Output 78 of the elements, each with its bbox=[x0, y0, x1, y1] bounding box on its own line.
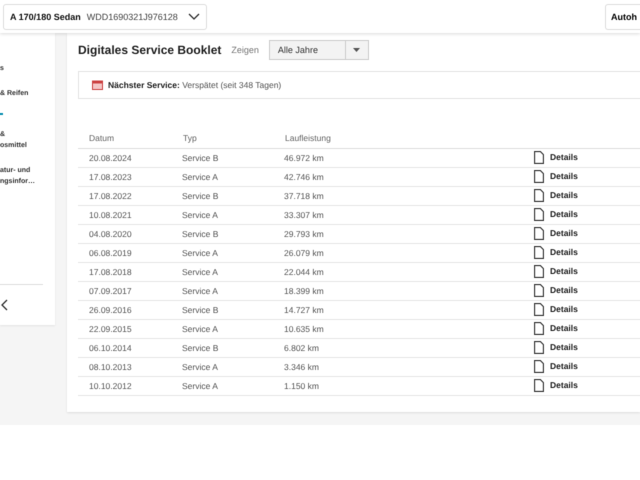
details-link[interactable]: Details bbox=[534, 264, 578, 278]
column-header: Datum bbox=[78, 127, 182, 148]
details-link[interactable]: Details bbox=[534, 208, 578, 220]
mileage-cell: 22.044 km bbox=[284, 267, 324, 277]
mileage-cell: 37.718 km bbox=[284, 191, 324, 201]
type-cell: Service A bbox=[182, 210, 218, 220]
type-cell: Service B bbox=[182, 305, 218, 315]
document-icon bbox=[534, 226, 544, 240]
type-cell: Service A bbox=[182, 324, 218, 334]
document-icon bbox=[534, 302, 544, 316]
date-cell: 22.09.2015 bbox=[89, 324, 132, 334]
document-icon bbox=[534, 284, 544, 296]
caret-icon bbox=[353, 48, 360, 52]
details-link[interactable]: Details bbox=[534, 226, 578, 240]
mileage-cell: 29.793 km bbox=[284, 229, 324, 239]
date-cell: 08.10.2013 bbox=[89, 362, 132, 372]
type-cell: Service B bbox=[182, 191, 218, 201]
date-cell: 20.08.2024 bbox=[89, 153, 132, 163]
document-icon bbox=[534, 170, 544, 182]
mileage-cell: 33.307 km bbox=[284, 210, 324, 220]
type-cell: Service A bbox=[182, 381, 218, 391]
type-cell: Service A bbox=[182, 362, 218, 372]
document-icon bbox=[534, 188, 544, 202]
type-cell: Service A bbox=[182, 267, 218, 277]
mileage-cell: 26.079 km bbox=[284, 248, 324, 258]
details-link[interactable]: Details bbox=[534, 150, 578, 164]
type-cell: Service B bbox=[182, 153, 218, 163]
details-link[interactable]: Details bbox=[534, 302, 578, 316]
column-header: Laufleistung bbox=[284, 127, 534, 148]
document-icon bbox=[534, 360, 544, 372]
page-title: Digitales Service Booklet bbox=[78, 43, 222, 57]
mileage-cell: 10.635 km bbox=[284, 324, 324, 334]
details-link[interactable]: Details bbox=[534, 284, 578, 296]
notice-text: Nächster Service: Verspätet (seit 348 Tagen) bbox=[108, 80, 282, 90]
chevron-left-icon[interactable] bbox=[0, 299, 8, 311]
date-cell: 17.08.2023 bbox=[89, 172, 132, 182]
mileage-cell: 18.399 km bbox=[284, 286, 324, 296]
details-link[interactable]: Details bbox=[534, 360, 578, 372]
year-select[interactable]: Alle Jahre bbox=[268, 40, 369, 60]
mileage-cell: 42.746 km bbox=[284, 172, 324, 182]
type-cell: Service A bbox=[182, 248, 218, 258]
document-icon bbox=[534, 322, 544, 334]
date-cell: 04.08.2020 bbox=[89, 229, 132, 239]
details-link[interactable]: Details bbox=[534, 246, 578, 258]
date-cell: 06.10.2014 bbox=[89, 343, 132, 353]
type-cell: Service B bbox=[182, 229, 218, 239]
type-cell: Service B bbox=[182, 343, 218, 353]
calendar-icon bbox=[92, 80, 103, 90]
date-cell: 07.09.2017 bbox=[89, 286, 132, 296]
document-icon bbox=[534, 208, 544, 220]
details-link[interactable]: Details bbox=[534, 170, 578, 182]
document-icon bbox=[534, 340, 544, 354]
mileage-cell: 3.346 km bbox=[284, 362, 319, 372]
date-cell: 17.08.2018 bbox=[89, 267, 132, 277]
details-link[interactable]: Details bbox=[534, 322, 578, 334]
document-icon bbox=[534, 150, 544, 164]
date-cell: 26.09.2016 bbox=[89, 305, 132, 315]
details-link[interactable]: Details bbox=[534, 340, 578, 354]
document-icon bbox=[534, 246, 544, 258]
date-cell: 06.08.2019 bbox=[89, 248, 132, 258]
details-link[interactable]: Details bbox=[534, 378, 578, 392]
header-button[interactable]: Autoh bbox=[605, 4, 640, 30]
filter-label: Zeigen bbox=[231, 45, 259, 55]
column-header: Typ bbox=[182, 127, 284, 148]
mileage-cell: 14.727 km bbox=[284, 305, 324, 315]
document-icon bbox=[534, 264, 544, 278]
date-cell: 17.08.2022 bbox=[89, 191, 132, 201]
mileage-cell: 1.150 km bbox=[284, 381, 319, 391]
type-cell: Service A bbox=[182, 286, 218, 296]
vehicle-select[interactable]: A 170/180 Sedan WDD1690321J976128 bbox=[3, 4, 207, 30]
date-cell: 10.08.2021 bbox=[89, 210, 132, 220]
chevron-down-icon bbox=[188, 12, 200, 20]
document-icon bbox=[534, 378, 544, 392]
mileage-cell: 46.972 km bbox=[284, 153, 324, 163]
date-cell: 10.10.2012 bbox=[89, 381, 132, 391]
details-link[interactable]: Details bbox=[534, 188, 578, 202]
type-cell: Service A bbox=[182, 172, 218, 182]
mileage-cell: 6.802 km bbox=[284, 343, 319, 353]
